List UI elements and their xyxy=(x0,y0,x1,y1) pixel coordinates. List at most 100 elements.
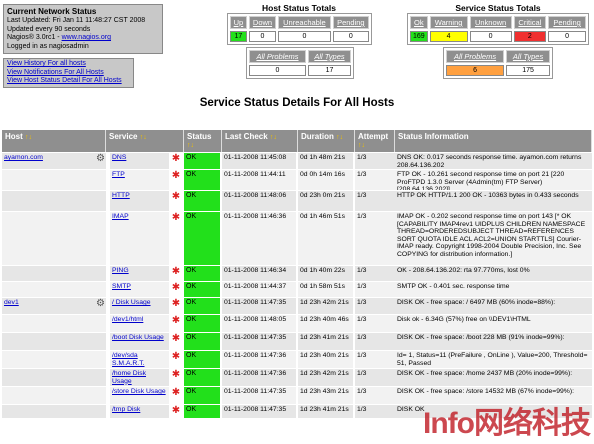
table-row: HTTP ✱ OK 01-11-2008 11:48:06 0d 23h 0m 21s 1… xyxy=(2,191,592,212)
status-ok-badge: OK xyxy=(184,351,220,369)
service-graph-icon[interactable]: ✱ xyxy=(169,213,183,222)
status-information-cell: DISK OK - free space: /home 2437 MB (20%… xyxy=(395,369,592,387)
last-check-cell: 01-11-2008 11:47:35 xyxy=(222,387,296,405)
last-check-cell: 01-11-2008 11:47:36 xyxy=(222,369,296,387)
table-row: PING ✱ OK 01-11-2008 11:46:34 0d 1h 40m 22s 1… xyxy=(2,266,592,282)
host-action-icon[interactable]: ⚙ xyxy=(96,154,105,163)
service-warning-count: 4 xyxy=(429,31,468,42)
service-cell: HTTP xyxy=(110,191,169,212)
service-cell: IMAP xyxy=(110,212,169,266)
status-ok-badge: OK xyxy=(184,387,220,405)
service-cell: /boot Disk Usage xyxy=(110,333,169,351)
service-link[interactable]: /dev/sda S.M.A.R.T. xyxy=(112,352,144,367)
host-action-icon[interactable]: ⚙ xyxy=(96,299,105,308)
service-graph-icon[interactable]: ✱ xyxy=(169,370,183,379)
service-link[interactable]: HTTP xyxy=(112,192,130,199)
service-graph-icon[interactable]: ✱ xyxy=(169,352,183,361)
host-problems-table: All Problems All Types 0 17 xyxy=(246,47,354,79)
service-cell: DNS xyxy=(110,153,169,170)
status-information-cell: DISK OK - free space: / 6497 MB (60% ino… xyxy=(395,298,592,315)
host-cell xyxy=(2,170,106,191)
attempt-cell: 1/3 xyxy=(355,298,395,315)
host-cell xyxy=(2,315,106,333)
service-link[interactable]: /home Disk Usage xyxy=(112,370,146,385)
status-information-cell: FTP OK - 10.261 second response time on … xyxy=(395,170,592,191)
status-ok-badge: OK xyxy=(184,369,220,387)
service-link[interactable]: DNS xyxy=(112,154,126,161)
host-down-header[interactable]: Down xyxy=(248,16,277,29)
status-ok-badge: OK xyxy=(184,282,220,298)
service-link[interactable]: IMAP xyxy=(112,213,129,220)
column-header-status[interactable]: Status ↑↓ xyxy=(184,130,222,152)
service-graph-icon[interactable]: ✱ xyxy=(169,283,183,292)
view-history-link[interactable]: View History For all hosts xyxy=(7,60,130,69)
service-graph-icon[interactable]: ✱ xyxy=(169,171,183,180)
version-text: Nagios® 3.0rc1 - www.nagios.org xyxy=(7,34,111,42)
service-graph-icon[interactable]: ✱ xyxy=(169,316,183,325)
view-notifications-link[interactable]: View Notifications For All Hosts xyxy=(7,69,130,78)
service-link[interactable]: /store Disk Usage xyxy=(112,388,166,395)
service-all-types-header[interactable]: All Types xyxy=(506,50,550,63)
service-graph-icon[interactable]: ✱ xyxy=(169,388,183,397)
service-all-problems-header[interactable]: All Problems xyxy=(446,50,505,63)
duration-cell: 1d 23h 42m 21s xyxy=(298,298,353,315)
service-cell: /tmp Disk xyxy=(110,405,169,419)
service-graph-icon[interactable]: ✱ xyxy=(169,192,183,201)
duration-cell: 0d 1h 58m 51s xyxy=(298,282,353,298)
duration-cell: 1d 23h 41m 21s xyxy=(298,333,353,351)
service-ok-header[interactable]: Ok xyxy=(410,16,428,29)
service-pending-header[interactable]: Pending xyxy=(548,16,586,29)
network-status-title: Current Network Status xyxy=(7,7,97,16)
service-link[interactable]: /boot Disk Usage xyxy=(112,334,164,341)
table-row: ayamon.com ⚙ DNS ✱ OK 01-11-2008 11:45:08 0d 1… xyxy=(2,153,592,170)
column-header-status-information[interactable]: Status Information xyxy=(395,130,592,152)
service-link[interactable]: PING xyxy=(112,267,129,274)
service-cell: /dev/sda S.M.A.R.T. xyxy=(110,351,169,369)
column-header-service[interactable]: Service ↑↓ xyxy=(106,130,184,152)
view-host-status-link[interactable]: View Host Status Detail For All Hosts xyxy=(7,77,130,86)
service-problems-table: All Problems All Types 6 175 xyxy=(443,47,553,79)
last-check-cell: 01-11-2008 11:47:35 xyxy=(222,333,296,351)
duration-cell: 1d 23h 42m 21s xyxy=(298,369,353,387)
service-cell: /home Disk Usage xyxy=(110,369,169,387)
table-row: /dev1/html ✱ OK 01-11-2008 11:48:05 1d 23h 4… xyxy=(2,315,592,333)
service-link[interactable]: / Disk Usage xyxy=(112,299,151,306)
column-header-attempt[interactable]: Attempt ↑↓ xyxy=(355,130,395,152)
attempt-cell: 1/3 xyxy=(355,315,395,333)
status-information-cell: HTTP OK HTTP/1.1 200 OK - 10363 bytes in… xyxy=(395,191,592,212)
sort-arrows-icon: ↑↓ xyxy=(25,134,33,141)
host-unreachable-count: 0 xyxy=(278,31,331,42)
service-unknown-header[interactable]: Unknown xyxy=(469,16,512,29)
service-all-problems-count: 6 xyxy=(446,65,505,76)
service-graph-icon[interactable]: ✱ xyxy=(169,406,183,415)
attempt-cell: 1/3 xyxy=(355,387,395,405)
service-graph-icon[interactable]: ✱ xyxy=(169,267,183,276)
host-cell xyxy=(2,282,106,298)
last-check-cell: 01-11-2008 11:47:36 xyxy=(222,351,296,369)
last-check-cell: 01-11-2008 11:48:05 xyxy=(222,315,296,333)
service-link[interactable]: FTP xyxy=(112,171,125,178)
column-header-last-check[interactable]: Last Check ↑↓ xyxy=(222,130,298,152)
host-link[interactable]: dev1 xyxy=(4,299,19,306)
host-up-header[interactable]: Up xyxy=(230,16,247,29)
host-all-types-header[interactable]: All Types xyxy=(307,50,351,63)
attempt-cell: 1/3 xyxy=(355,405,395,419)
watermark-logo: Info网络科技 xyxy=(423,407,591,440)
service-graph-icon[interactable]: ✱ xyxy=(169,154,183,163)
service-warning-header[interactable]: Warning xyxy=(429,16,468,29)
service-link[interactable]: SMTP xyxy=(112,283,131,290)
host-unreachable-header[interactable]: Unreachable xyxy=(278,16,331,29)
service-link[interactable]: /tmp Disk xyxy=(112,406,140,413)
nagios-link[interactable]: www.nagios.org xyxy=(62,34,111,41)
attempt-cell: 1/3 xyxy=(355,266,395,282)
host-pending-header[interactable]: Pending xyxy=(332,16,369,29)
host-link[interactable]: ayamon.com xyxy=(4,154,43,161)
service-graph-icon[interactable]: ✱ xyxy=(169,334,183,343)
last-check-cell: 01-11-2008 11:45:08 xyxy=(222,153,296,170)
host-all-problems-header[interactable]: All Problems xyxy=(249,50,306,63)
service-graph-icon[interactable]: ✱ xyxy=(169,299,183,308)
column-header-duration[interactable]: Duration ↑↓ xyxy=(298,130,355,152)
service-critical-header[interactable]: Critical xyxy=(513,16,547,29)
column-header-host[interactable]: Host ↑↓ xyxy=(2,130,106,152)
service-link[interactable]: /dev1/html xyxy=(112,316,143,323)
